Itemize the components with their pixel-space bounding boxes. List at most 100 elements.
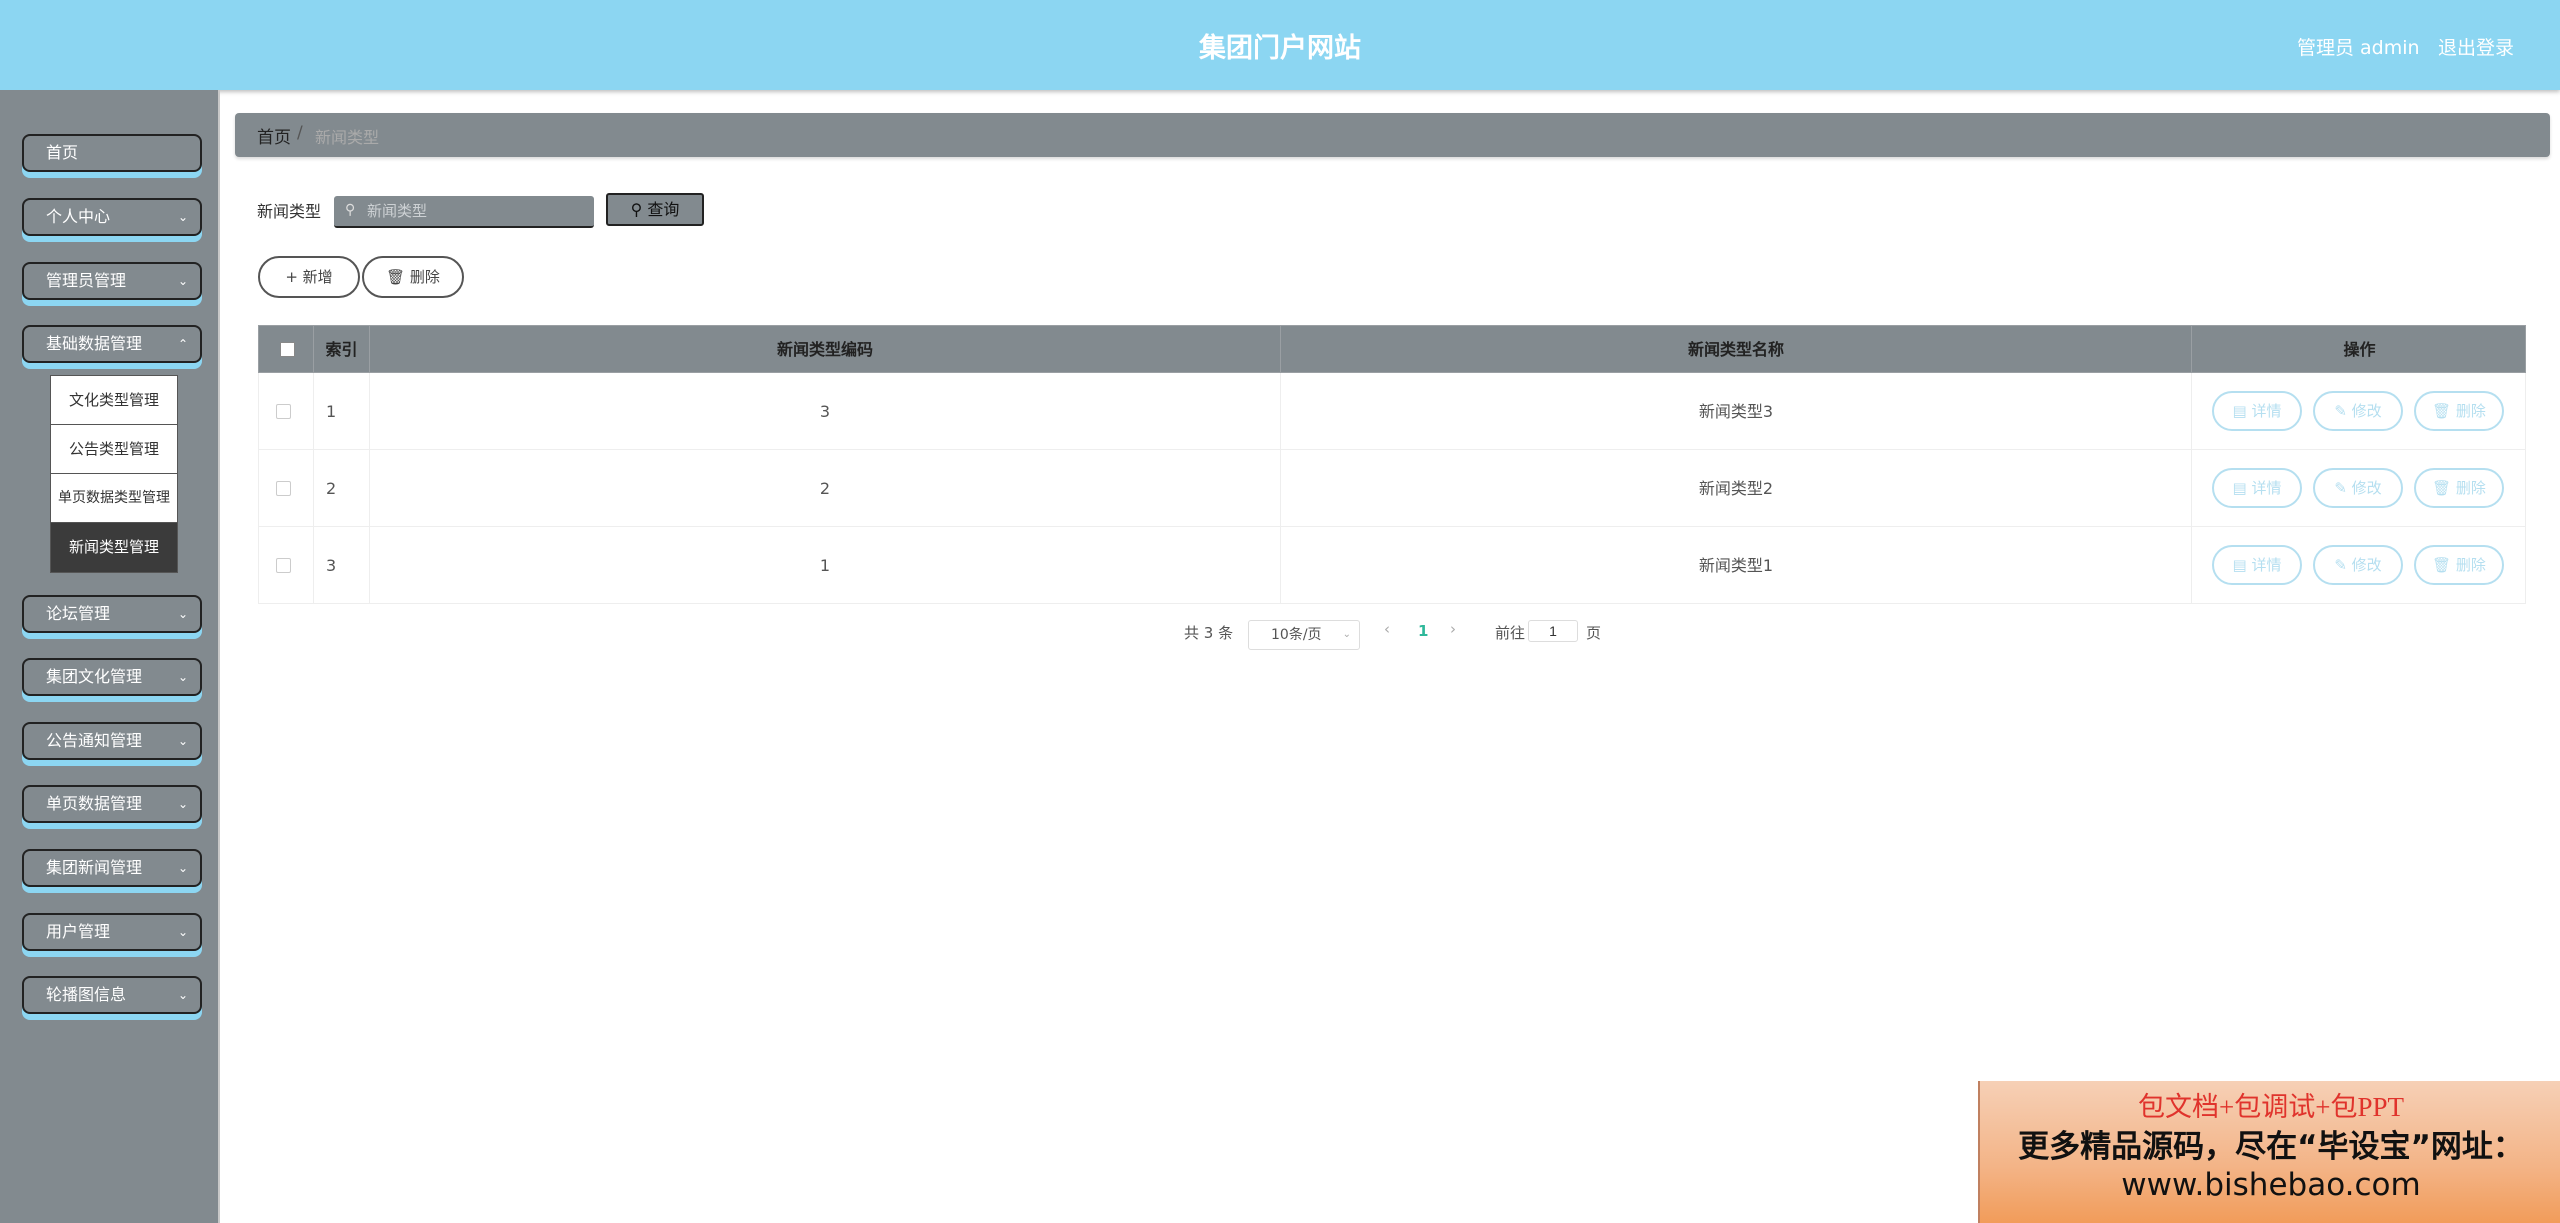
promo-banner: 包文档+包调试+包PPT 更多精品源码，尽在“毕设宝”网址： www.bishe…: [1978, 1081, 2560, 1223]
select-all-checkbox[interactable]: [280, 342, 295, 357]
batch-delete-button-label: 删除: [409, 268, 440, 286]
prev-page-icon[interactable]: ‹: [1384, 620, 1390, 638]
sidebar-item-admins[interactable]: 管理员管理 ⌄: [22, 262, 202, 300]
submenu-item-notice-type[interactable]: 公告类型管理: [51, 425, 177, 474]
sidebar-item-label: 用户管理: [46, 922, 111, 941]
detail-button-label: 详情: [2251, 556, 2282, 574]
submenu-item-single-page-type[interactable]: 单页数据类型管理: [51, 474, 177, 523]
row-select-cell: [259, 373, 314, 450]
sidebar-item-label: 论坛管理: [46, 604, 111, 623]
cell-index: 1: [314, 373, 370, 450]
detail-button[interactable]: ▤ 详情: [2212, 468, 2302, 508]
trash-icon: 🗑︎: [2432, 402, 2452, 420]
chevron-down-icon: ⌄: [177, 797, 188, 811]
column-header-actions: 操作: [2343, 340, 2376, 359]
cell-actions: ▤ 详情 ✎ 修改 🗑︎ 删除: [2192, 373, 2527, 450]
column-header-name: 新闻类型名称: [1281, 326, 2192, 374]
cell-actions: ▤ 详情 ✎ 修改 🗑︎ 删除: [2192, 450, 2527, 527]
base-data-submenu: 文化类型管理 公告类型管理 单页数据类型管理 新闻类型管理: [50, 375, 178, 573]
sidebar-item-home[interactable]: 首页: [22, 134, 202, 172]
row-checkbox[interactable]: [276, 558, 291, 573]
sidebar-item-base-data[interactable]: 基础数据管理 ⌃: [22, 325, 202, 363]
pagination-total: 共 3 条: [1184, 624, 1234, 642]
delete-button-label: 删除: [2455, 556, 2486, 574]
edit-button[interactable]: ✎ 修改: [2313, 468, 2403, 508]
delete-button-label: 删除: [2455, 479, 2486, 497]
chevron-down-icon: ⌄: [177, 607, 188, 621]
top-header: 集团门户网站 管理员 admin 退出登录: [0, 0, 2560, 90]
sidebar-item-notices[interactable]: 公告通知管理 ⌄: [22, 722, 202, 760]
table-row: 2 2 新闻类型2 ▤ 详情 ✎ 修改 🗑︎ 删除: [258, 450, 2526, 527]
sidebar-item-label: 首页: [46, 143, 79, 162]
query-button[interactable]: ⚲ 查询: [606, 193, 704, 226]
sidebar-item-users[interactable]: 用户管理 ⌄: [22, 913, 202, 951]
next-page-icon[interactable]: ›: [1450, 620, 1456, 638]
sidebar-item-label: 管理员管理: [46, 271, 127, 290]
chevron-down-icon: ⌄: [177, 670, 188, 684]
trash-icon: 🗑︎: [386, 268, 406, 286]
trash-icon: 🗑︎: [2432, 556, 2452, 574]
page-size-select[interactable]: 10条/页 ⌄: [1248, 620, 1360, 650]
edit-icon: ✎: [2334, 556, 2347, 574]
row-checkbox[interactable]: [276, 404, 291, 419]
goto-label: 前往: [1495, 624, 1526, 642]
edit-icon: ✎: [2334, 479, 2347, 497]
cell-name: 新闻类型2: [1281, 450, 2192, 527]
sidebar-item-carousel[interactable]: 轮播图信息 ⌄: [22, 976, 202, 1014]
edit-button[interactable]: ✎ 修改: [2313, 545, 2403, 585]
edit-button[interactable]: ✎ 修改: [2313, 391, 2403, 431]
sidebar-item-label: 轮播图信息: [46, 985, 127, 1004]
breadcrumb: 首页 / 新闻类型: [235, 113, 2550, 157]
table-row: 3 1 新闻类型1 ▤ 详情 ✎ 修改 🗑︎ 删除: [258, 527, 2526, 604]
sidebar-item-news[interactable]: 集团新闻管理 ⌄: [22, 849, 202, 887]
select-all-cell: [259, 326, 314, 374]
search-input[interactable]: [334, 196, 594, 228]
chevron-up-icon: ⌃: [177, 337, 188, 351]
cell-code: 3: [370, 373, 1281, 450]
document-icon: ▤: [2232, 479, 2247, 497]
detail-button[interactable]: ▤ 详情: [2212, 545, 2302, 585]
submenu-item-culture-type[interactable]: 文化类型管理: [51, 376, 177, 425]
search-icon: ⚲: [630, 200, 643, 219]
delete-button[interactable]: 🗑︎ 删除: [2414, 545, 2504, 585]
promo-url: www.bishebao.com: [2121, 1167, 2421, 1203]
breadcrumb-home[interactable]: 首页: [257, 123, 291, 148]
sidebar-item-profile[interactable]: 个人中心 ⌄: [22, 198, 202, 236]
breadcrumb-separator: /: [297, 123, 303, 143]
query-button-label: 查询: [647, 200, 680, 219]
sidebar: 首页 个人中心 ⌄ 管理员管理 ⌄ 基础数据管理 ⌃ 论坛管理 ⌄ 集团文化管理 ⌄ 公告…: [0, 90, 220, 1223]
batch-delete-button[interactable]: 🗑︎ 删除: [362, 256, 464, 298]
sidebar-item-single-page[interactable]: 单页数据管理 ⌄: [22, 785, 202, 823]
column-header-index: 索引: [314, 326, 370, 374]
cell-name: 新闻类型1: [1281, 527, 2192, 604]
page-jump-input[interactable]: [1528, 620, 1578, 642]
chevron-down-icon: ⌄: [177, 925, 188, 939]
sidebar-item-label: 集团新闻管理: [46, 858, 143, 877]
cell-name: 新闻类型3: [1281, 373, 2192, 450]
page-number-current[interactable]: 1: [1418, 622, 1428, 640]
page-suffix-label: 页: [1586, 624, 1602, 642]
column-header-code: 新闻类型编码: [370, 326, 1281, 374]
chevron-down-icon: ⌄: [1342, 629, 1351, 640]
table-header: 索引 新闻类型编码 新闻类型名称 操作: [258, 325, 2526, 374]
add-button[interactable]: + 新增: [258, 256, 360, 298]
sidebar-item-culture[interactable]: 集团文化管理 ⌄: [22, 658, 202, 696]
chevron-down-icon: ⌄: [177, 274, 188, 288]
chevron-down-icon: ⌄: [177, 861, 188, 875]
sidebar-item-label: 基础数据管理: [46, 334, 143, 353]
add-button-label: 新增: [302, 268, 333, 286]
delete-button[interactable]: 🗑︎ 删除: [2414, 468, 2504, 508]
detail-button[interactable]: ▤ 详情: [2212, 391, 2302, 431]
chevron-down-icon: ⌄: [177, 734, 188, 748]
search-icon: ⚲: [345, 202, 356, 218]
chevron-down-icon: ⌄: [177, 210, 188, 224]
logout-link[interactable]: 退出登录: [2438, 33, 2514, 60]
submenu-item-news-type[interactable]: 新闻类型管理: [51, 523, 177, 572]
sidebar-item-forum[interactable]: 论坛管理 ⌄: [22, 595, 202, 633]
delete-button[interactable]: 🗑︎ 删除: [2414, 391, 2504, 431]
cell-index: 3: [314, 527, 370, 604]
trash-icon: 🗑︎: [2432, 479, 2452, 497]
sidebar-item-label: 单页数据管理: [46, 794, 143, 813]
site-title: 集团门户网站: [1199, 33, 1361, 64]
row-checkbox[interactable]: [276, 481, 291, 496]
